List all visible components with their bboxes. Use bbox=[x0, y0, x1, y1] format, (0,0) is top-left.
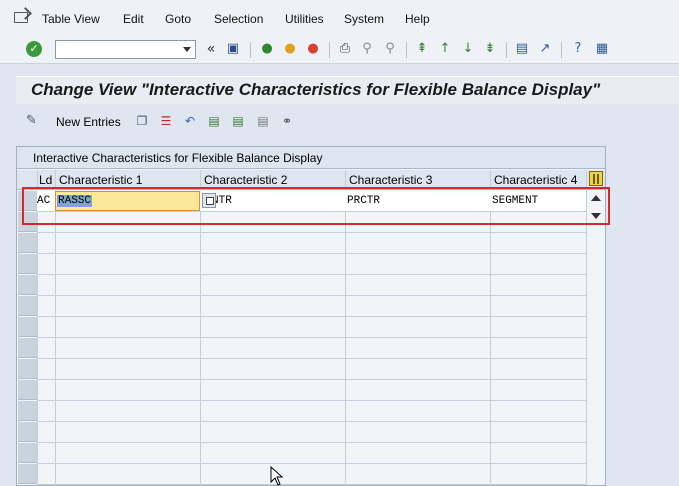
row-selector[interactable] bbox=[18, 275, 37, 295]
new-entries-icon[interactable]: ✎ bbox=[26, 113, 44, 129]
back-icon[interactable]: « bbox=[203, 41, 219, 57]
table-row bbox=[37, 443, 586, 464]
table-caption: Interactive Characteristics for Flexible… bbox=[17, 147, 605, 169]
enter-icon[interactable]: ✓ bbox=[26, 41, 42, 57]
undo-icon[interactable]: ↶ bbox=[182, 113, 198, 129]
find-next-icon[interactable]: ⚲ bbox=[382, 41, 398, 57]
copy-as-icon[interactable]: ❐ bbox=[134, 113, 150, 129]
row-selector[interactable] bbox=[18, 317, 37, 337]
page-title: Change View "Interactive Characteristics… bbox=[31, 80, 601, 99]
table-row bbox=[37, 380, 586, 401]
find-icon[interactable]: ⚲ bbox=[359, 41, 375, 57]
application-toolbar: ✎ New Entries ❐ ☰ ↶ ▤ ▤ ▤ ⚭ bbox=[16, 104, 679, 138]
menu-help[interactable]: Help bbox=[405, 12, 430, 26]
menu-edit[interactable]: Edit bbox=[123, 12, 144, 26]
toolbar-separator bbox=[506, 42, 507, 58]
table-row bbox=[37, 401, 586, 422]
row-selector[interactable] bbox=[18, 359, 37, 379]
menu-selection[interactable]: Selection bbox=[214, 12, 263, 26]
table-row bbox=[37, 338, 586, 359]
row-selector[interactable] bbox=[18, 233, 37, 253]
menu-bar: Table View Edit Goto Selection Utilities… bbox=[0, 0, 679, 36]
chevron-down-icon[interactable] bbox=[183, 47, 191, 52]
delete-icon[interactable]: ☰ bbox=[158, 113, 174, 129]
app-menu-icon[interactable] bbox=[14, 12, 28, 23]
column-header-ld[interactable]: Ld bbox=[39, 173, 52, 187]
menu-table-view[interactable]: Table View bbox=[42, 12, 100, 26]
row-selector[interactable] bbox=[18, 422, 37, 442]
table-row bbox=[37, 233, 586, 254]
create-session-icon[interactable]: ▤ bbox=[514, 41, 530, 57]
back-green-icon[interactable]: ● bbox=[259, 41, 275, 57]
select-all-icon[interactable]: ▤ bbox=[206, 113, 222, 129]
help-icon[interactable]: ? bbox=[570, 41, 586, 57]
column-header-characteristic-4[interactable]: Characteristic 4 bbox=[494, 173, 577, 187]
table-caption-text: Interactive Characteristics for Flexible… bbox=[33, 151, 323, 165]
save-icon[interactable]: ▣ bbox=[225, 41, 241, 57]
layout-icon[interactable]: ▦ bbox=[594, 41, 610, 57]
highlight-annotation bbox=[22, 187, 610, 225]
column-header-characteristic-2[interactable]: Characteristic 2 bbox=[204, 173, 287, 187]
previous-page-icon[interactable]: ↑ bbox=[437, 41, 453, 57]
row-selector[interactable] bbox=[18, 443, 37, 463]
deselect-all-icon[interactable]: ▤ bbox=[255, 113, 271, 129]
mouse-cursor-icon bbox=[270, 466, 284, 486]
menu-goto[interactable]: Goto bbox=[165, 12, 191, 26]
row-selector[interactable] bbox=[18, 296, 37, 316]
menu-utilities[interactable]: Utilities bbox=[285, 12, 324, 26]
table-row bbox=[37, 296, 586, 317]
command-input[interactable] bbox=[56, 41, 176, 58]
toolbar-separator bbox=[329, 42, 330, 58]
cancel-icon[interactable]: ● bbox=[305, 41, 321, 57]
row-selector[interactable] bbox=[18, 380, 37, 400]
table-settings-icon[interactable] bbox=[589, 171, 603, 186]
toolbar-separator bbox=[406, 42, 407, 58]
next-page-icon[interactable]: ↓ bbox=[460, 41, 476, 57]
standard-toolbar: ✓ « ▣ ● ● ● ⎙ ⚲ ⚲ ⇞ ↑ ↓ ⇟ ▤ ↗ ? ▦ bbox=[0, 36, 679, 64]
row-selector[interactable] bbox=[18, 464, 37, 484]
shortcut-icon[interactable]: ↗ bbox=[537, 41, 553, 57]
select-block-icon[interactable]: ▤ bbox=[230, 113, 246, 129]
row-selector[interactable] bbox=[18, 401, 37, 421]
new-entries-button[interactable]: New Entries bbox=[56, 115, 121, 129]
print-icon[interactable]: ⎙ bbox=[337, 41, 353, 57]
command-field[interactable] bbox=[55, 40, 196, 59]
exit-icon[interactable]: ● bbox=[282, 41, 298, 57]
table-row bbox=[37, 359, 586, 380]
title-bar: Change View "Interactive Characteristics… bbox=[16, 76, 679, 104]
table-row bbox=[37, 275, 586, 296]
table-row bbox=[37, 464, 586, 485]
column-header-characteristic-3[interactable]: Characteristic 3 bbox=[349, 173, 432, 187]
table-row bbox=[37, 317, 586, 338]
table-row bbox=[37, 422, 586, 443]
row-selector[interactable] bbox=[18, 254, 37, 274]
table-row bbox=[37, 254, 586, 275]
row-selector[interactable] bbox=[18, 338, 37, 358]
toolbar-separator bbox=[561, 42, 562, 58]
toolbar-separator bbox=[250, 42, 251, 58]
last-page-icon[interactable]: ⇟ bbox=[482, 41, 498, 57]
variant-icon[interactable]: ⚭ bbox=[279, 113, 295, 129]
menu-system[interactable]: System bbox=[344, 12, 384, 26]
column-header-characteristic-1[interactable]: Characteristic 1 bbox=[59, 173, 142, 187]
first-page-icon[interactable]: ⇞ bbox=[414, 41, 430, 57]
